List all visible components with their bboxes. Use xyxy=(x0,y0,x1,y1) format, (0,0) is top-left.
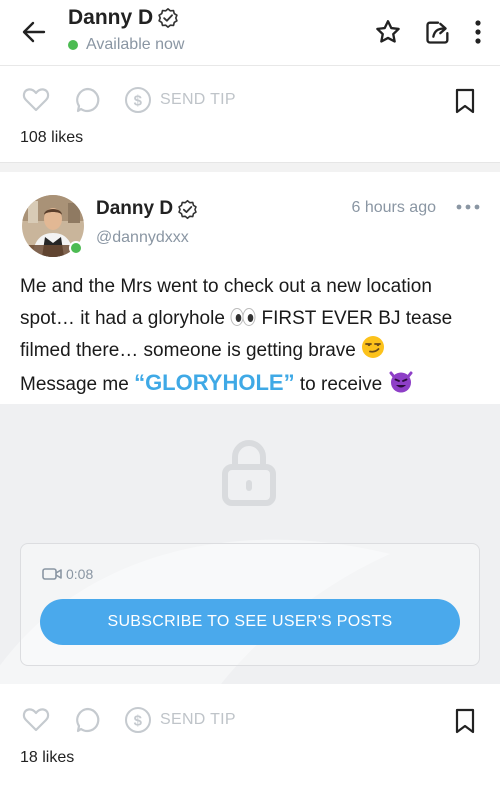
post-author-name: Danny D xyxy=(96,198,174,219)
verified-icon xyxy=(178,199,197,219)
video-info: 0:08 xyxy=(42,566,93,582)
post-handle[interactable]: @dannydxxx xyxy=(96,229,189,247)
back-arrow-icon[interactable] xyxy=(20,18,48,46)
media-card: 0:08 SUBSCRIBE TO SEE USER'S POSTS xyxy=(20,543,480,666)
post-divider xyxy=(0,162,500,172)
verified-icon xyxy=(158,8,178,28)
bookmark-icon[interactable] xyxy=(455,88,475,114)
lock-icon xyxy=(222,440,276,506)
post-text-4: to receive xyxy=(299,374,383,395)
heart-icon[interactable] xyxy=(22,86,50,112)
comment-icon[interactable] xyxy=(74,706,102,734)
more-vertical-icon[interactable] xyxy=(474,19,482,45)
bookmark-icon[interactable] xyxy=(455,708,475,734)
online-dot xyxy=(69,241,83,255)
subscribe-button[interactable]: SUBSCRIBE TO SEE USER'S POSTS xyxy=(40,599,460,645)
star-icon[interactable] xyxy=(374,18,402,46)
post-timestamp[interactable]: 6 hours ago xyxy=(351,199,436,217)
post-text-3: Message me xyxy=(20,374,129,395)
profile-name[interactable]: Danny D xyxy=(68,6,179,30)
eyes-emoji-icon xyxy=(230,308,256,326)
dollar-icon: $ xyxy=(125,87,151,113)
heart-icon[interactable] xyxy=(22,706,50,732)
online-dot xyxy=(68,40,78,50)
smirk-emoji-icon xyxy=(362,336,385,358)
svg-text:$: $ xyxy=(134,93,143,110)
comment-icon[interactable] xyxy=(74,86,102,114)
post-keyword: “GLORYHOLE” xyxy=(134,370,295,395)
profile-name-text: Danny D xyxy=(68,6,154,29)
svg-text:$: $ xyxy=(134,713,143,730)
send-tip-button[interactable]: $ SEND TIP xyxy=(124,86,236,114)
devil-emoji-icon xyxy=(389,371,413,393)
post-actions: $ SEND TIP xyxy=(0,72,500,128)
more-horizontal-icon[interactable] xyxy=(456,203,480,211)
dollar-icon: $ xyxy=(125,707,151,733)
post-text: Me and the Mrs went to check out a new l… xyxy=(20,271,482,401)
video-camera-icon xyxy=(42,568,62,580)
send-tip-label: SEND TIP xyxy=(160,91,236,108)
post-actions: $ SEND TIP xyxy=(0,692,500,748)
send-tip-button[interactable]: $ SEND TIP xyxy=(124,706,236,734)
top-bar: Danny D Available now xyxy=(0,0,500,66)
online-status: Available now xyxy=(68,36,184,54)
likes-count[interactable]: 108 likes xyxy=(20,129,83,147)
share-icon[interactable] xyxy=(424,18,452,46)
status-text: Available now xyxy=(86,36,185,53)
video-duration: 0:08 xyxy=(66,566,94,582)
locked-media[interactable]: 0:08 SUBSCRIBE TO SEE USER'S POSTS xyxy=(0,404,500,684)
post-author[interactable]: Danny D xyxy=(96,198,198,220)
likes-count[interactable]: 18 likes xyxy=(20,749,74,767)
send-tip-label: SEND TIP xyxy=(160,711,236,728)
